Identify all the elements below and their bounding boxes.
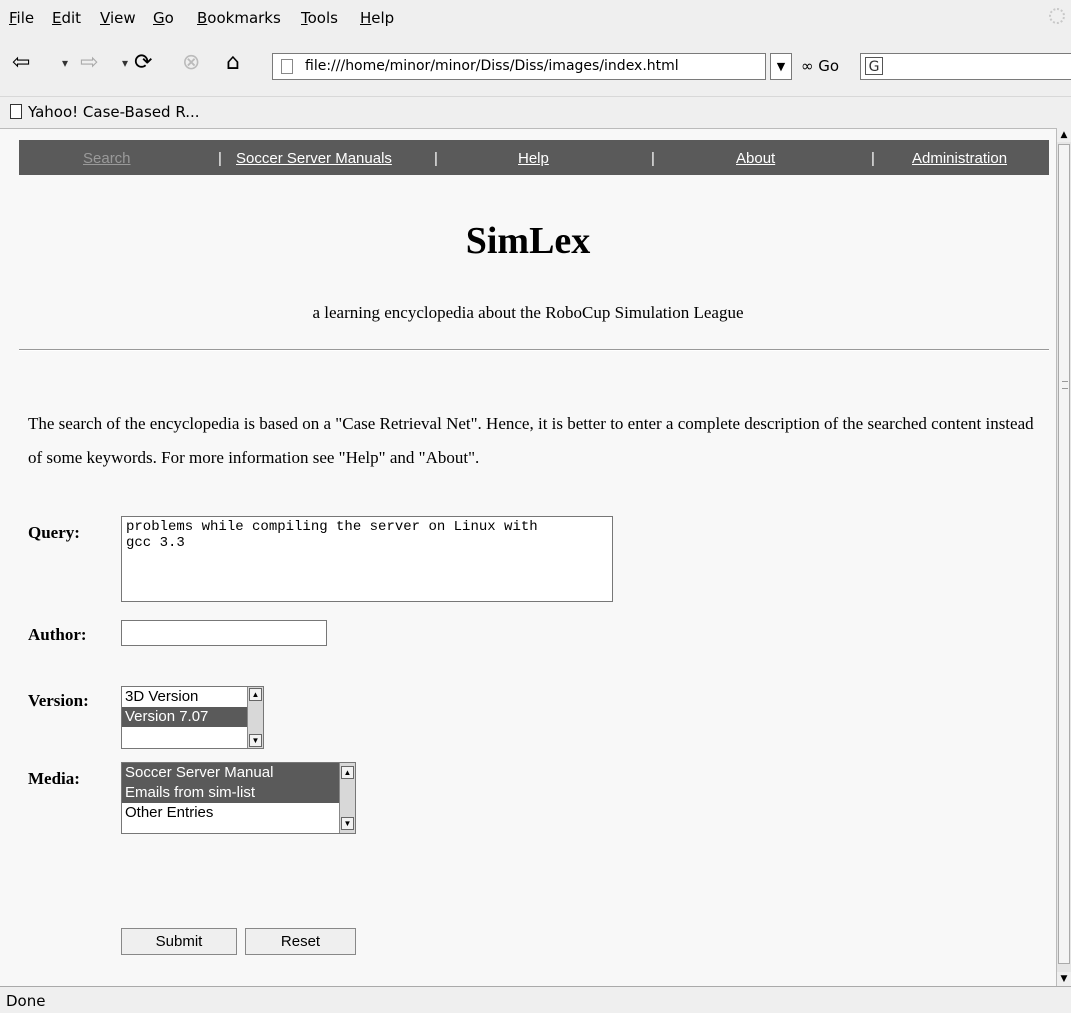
grip-icon <box>1062 381 1068 389</box>
nav-administration[interactable]: Administration <box>912 150 1007 167</box>
nav-soccer-server-manuals[interactable]: Soccer Server Manuals <box>236 150 392 167</box>
intro-text: The search of the encyclopedia is based … <box>28 414 1034 467</box>
page-subtitle: a learning encyclopedia about the RoboCu… <box>312 303 744 322</box>
navigation-toolbar: ⇦ ▾ ⇨ ▾ ⟳ ⊗ ⌂ file:///home/minor/minor/D… <box>0 44 1071 90</box>
go-label: Go <box>818 57 840 75</box>
search-input[interactable]: G <box>860 53 1071 80</box>
menu-tools[interactable]: Tools <box>301 9 338 27</box>
reset-button[interactable]: Reset <box>245 928 356 955</box>
scroll-up-icon[interactable]: ▲ <box>249 688 262 701</box>
media-option-selected[interactable]: Soccer Server Manual <box>122 763 355 783</box>
status-bar: Done <box>0 986 1071 1013</box>
bookmark-yahoo[interactable]: Yahoo! Case-Based R... <box>28 103 200 121</box>
scroll-down-icon[interactable]: ▼ <box>1057 972 1071 986</box>
bookmark-icon <box>10 104 22 119</box>
version-listbox[interactable]: 3D Version Version 7.07 ▲ ▼ <box>121 686 264 749</box>
scroll-down-icon[interactable]: ▼ <box>341 817 354 830</box>
media-scrollbar[interactable]: ▲ ▼ <box>339 763 355 833</box>
media-listbox[interactable]: Soccer Server Manual Emails from sim-lis… <box>121 762 356 834</box>
version-scrollbar[interactable]: ▲ ▼ <box>247 687 263 748</box>
home-icon[interactable]: ⌂ <box>226 50 240 76</box>
go-button[interactable]: ∞ Go <box>801 57 839 75</box>
nav-search[interactable]: Search <box>83 150 131 167</box>
google-search-icon[interactable]: G <box>865 57 883 75</box>
author-label: Author: <box>28 625 87 644</box>
menu-bookmarks[interactable]: Bookmarks <box>197 9 281 27</box>
media-label: Media: <box>28 769 80 788</box>
nav-help[interactable]: Help <box>518 150 549 167</box>
stop-icon[interactable]: ⊗ <box>182 50 200 76</box>
site-navigation: Search | Soccer Server Manuals | Help | … <box>19 140 1049 175</box>
page-icon <box>281 59 293 74</box>
nav-separator: | <box>434 150 438 167</box>
page-scrollbar[interactable]: ▲ ▼ <box>1056 128 1071 986</box>
scroll-down-icon[interactable]: ▼ <box>249 734 262 747</box>
url-dropdown-icon[interactable]: ▼ <box>770 53 792 80</box>
media-option[interactable]: Other Entries <box>122 803 355 823</box>
bookmarks-toolbar: Yahoo! Case-Based R... <box>0 96 1071 127</box>
nav-separator: | <box>651 150 655 167</box>
status-text: Done <box>6 992 46 1010</box>
menu-edit[interactable]: Edit <box>52 9 81 27</box>
author-input[interactable] <box>121 620 327 646</box>
scroll-up-icon[interactable]: ▲ <box>1057 128 1071 142</box>
submit-button[interactable]: Submit <box>121 928 237 955</box>
go-icon: ∞ <box>801 57 814 75</box>
reload-icon[interactable]: ⟳ <box>134 50 152 76</box>
menu-go[interactable]: Go <box>153 9 174 27</box>
forward-arrow-icon[interactable]: ⇨ <box>80 50 98 76</box>
menu-file[interactable]: File <box>9 9 34 27</box>
back-arrow-icon[interactable]: ⇦ <box>12 50 30 76</box>
media-option-selected[interactable]: Emails from sim-list <box>122 783 355 803</box>
divider <box>19 349 1049 351</box>
menu-view[interactable]: View <box>100 9 136 27</box>
menu-bar: File Edit View Go Bookmarks Tools Help <box>0 0 1071 36</box>
url-field[interactable]: file:///home/minor/minor/Diss/Diss/image… <box>272 53 766 80</box>
nav-separator: | <box>218 150 222 167</box>
query-textarea[interactable]: problems while compiling the server on L… <box>121 516 613 602</box>
version-label: Version: <box>28 691 89 710</box>
query-label: Query: <box>28 523 80 542</box>
scrollbar-thumb[interactable] <box>1058 144 1070 964</box>
nav-about[interactable]: About <box>736 150 775 167</box>
scroll-up-icon[interactable]: ▲ <box>341 766 354 779</box>
page-title: SimLex <box>465 220 591 262</box>
version-option[interactable]: 3D Version <box>122 687 263 707</box>
menu-help[interactable]: Help <box>360 9 394 27</box>
page-viewport: Search | Soccer Server Manuals | Help | … <box>0 128 1056 987</box>
back-dropdown-icon[interactable]: ▾ <box>62 56 68 70</box>
forward-dropdown-icon[interactable]: ▾ <box>122 56 128 70</box>
throbber-icon <box>1049 8 1065 24</box>
version-option-selected[interactable]: Version 7.07 <box>122 707 263 727</box>
url-text: file:///home/minor/minor/Diss/Diss/image… <box>305 58 679 74</box>
nav-separator: | <box>871 150 875 167</box>
